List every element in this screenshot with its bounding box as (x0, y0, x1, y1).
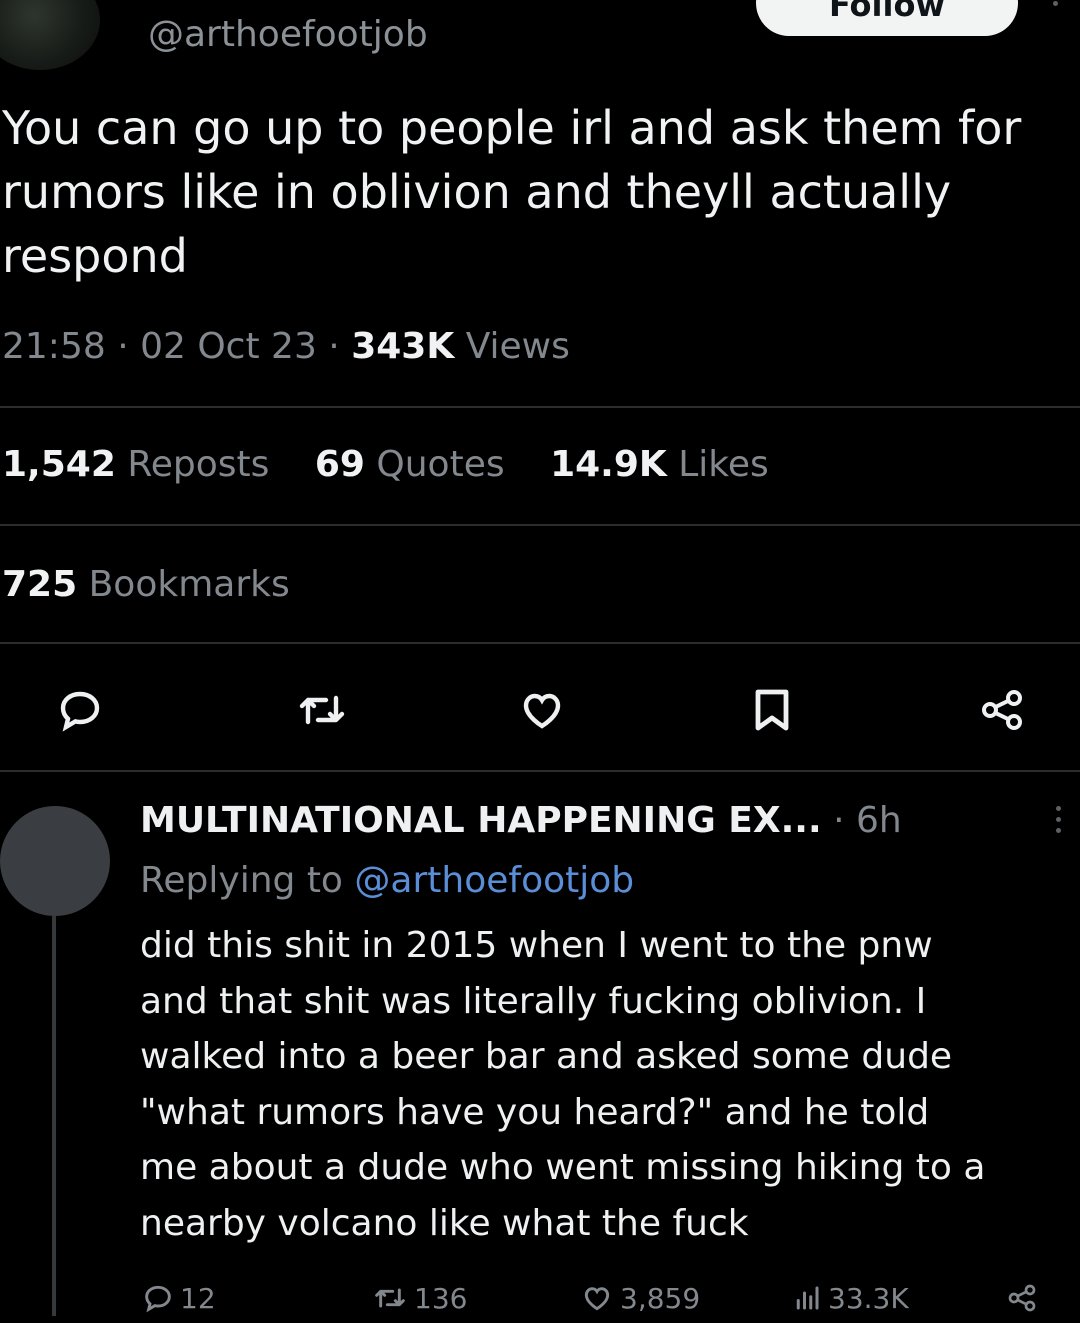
bookmark-button[interactable] (742, 680, 802, 740)
bookmarks-stat[interactable]: 725 Bookmarks (2, 564, 290, 605)
reply-views-button[interactable]: 33.3K (792, 1278, 909, 1318)
reply-text: did this shit in 2015 when I went to the… (140, 925, 986, 1244)
replying-to: Replying to @arthoefootjob (140, 860, 634, 901)
views-chart-icon (796, 1286, 819, 1310)
tweet-meta: 21:58 · 02 Oct 23 · 343K Views (2, 326, 570, 367)
follow-button[interactable]: Follow (756, 0, 1018, 36)
reply-share-button[interactable] (1004, 1278, 1046, 1318)
thread-line (52, 916, 56, 1316)
views-label: Views (465, 326, 570, 367)
reply-display-name: MULTINATIONAL HAPPENING EX... (140, 800, 822, 841)
author-avatar[interactable] (0, 0, 100, 70)
reply-likes-button[interactable]: 3,859 (580, 1278, 700, 1318)
repost-icon (375, 1288, 405, 1308)
bookmark-icon (755, 689, 789, 731)
reply-author-avatar[interactable] (0, 806, 110, 916)
bookmarks-label: Bookmarks (88, 564, 290, 605)
reply-button[interactable] (50, 680, 110, 740)
reposts-stat[interactable]: 1,542 Reposts (2, 444, 269, 485)
replying-handle-link[interactable]: @arthoefootjob (354, 860, 634, 901)
reply-replies-button[interactable]: 12 (142, 1278, 216, 1318)
author-handle[interactable]: @arthoefootjob (148, 14, 428, 55)
like-button[interactable] (512, 680, 572, 740)
like-icon (584, 1287, 610, 1311)
more-options-icon[interactable] (1040, 0, 1070, 30)
repost-icon (299, 695, 345, 725)
views-count: 343K (351, 326, 455, 367)
bookmarks-count: 725 (2, 564, 78, 605)
divider (0, 642, 1080, 644)
share-icon (982, 690, 1022, 730)
like-icon (523, 693, 561, 729)
likes-stat[interactable]: 14.9K Likes (550, 444, 769, 485)
reply-icon (60, 691, 100, 732)
reply-likes-count: 3,859 (620, 1281, 701, 1315)
reply-author-name[interactable]: MULTINATIONAL HAPPENING EX... · 6h (140, 800, 902, 841)
engagement-stats: 1,542 Reposts 69 Quotes 14.9K Likes (2, 444, 803, 485)
reply-icon (145, 1285, 171, 1313)
share-icon (1008, 1284, 1036, 1312)
divider (0, 524, 1080, 526)
share-button[interactable] (972, 680, 1032, 740)
reply-replies-count: 12 (180, 1281, 216, 1315)
tweet-time[interactable]: 21:58 (2, 326, 106, 367)
tweet-date[interactable]: 02 Oct 23 (140, 326, 317, 367)
reply-views-count: 33.3K (828, 1281, 909, 1315)
reply-more-options-icon[interactable] (1048, 806, 1068, 846)
divider (0, 770, 1080, 772)
repost-button[interactable] (292, 680, 352, 740)
reposts-count: 1,542 (2, 444, 116, 485)
reply-time[interactable]: 6h (856, 800, 902, 841)
reposts-label: Reposts (127, 444, 270, 485)
quotes-stat[interactable]: 69 Quotes (315, 444, 505, 485)
replying-prefix: Replying to (140, 860, 343, 901)
quotes-label: Quotes (376, 444, 505, 485)
divider (0, 406, 1080, 408)
quotes-count: 69 (314, 444, 365, 485)
likes-label: Likes (678, 444, 769, 485)
reply-reposts-button[interactable]: 136 (372, 1278, 467, 1318)
likes-count: 14.9K (550, 444, 667, 485)
reply-reposts-count: 136 (414, 1281, 468, 1315)
tweet-text: You can go up to people irl and ask them… (2, 101, 1022, 283)
